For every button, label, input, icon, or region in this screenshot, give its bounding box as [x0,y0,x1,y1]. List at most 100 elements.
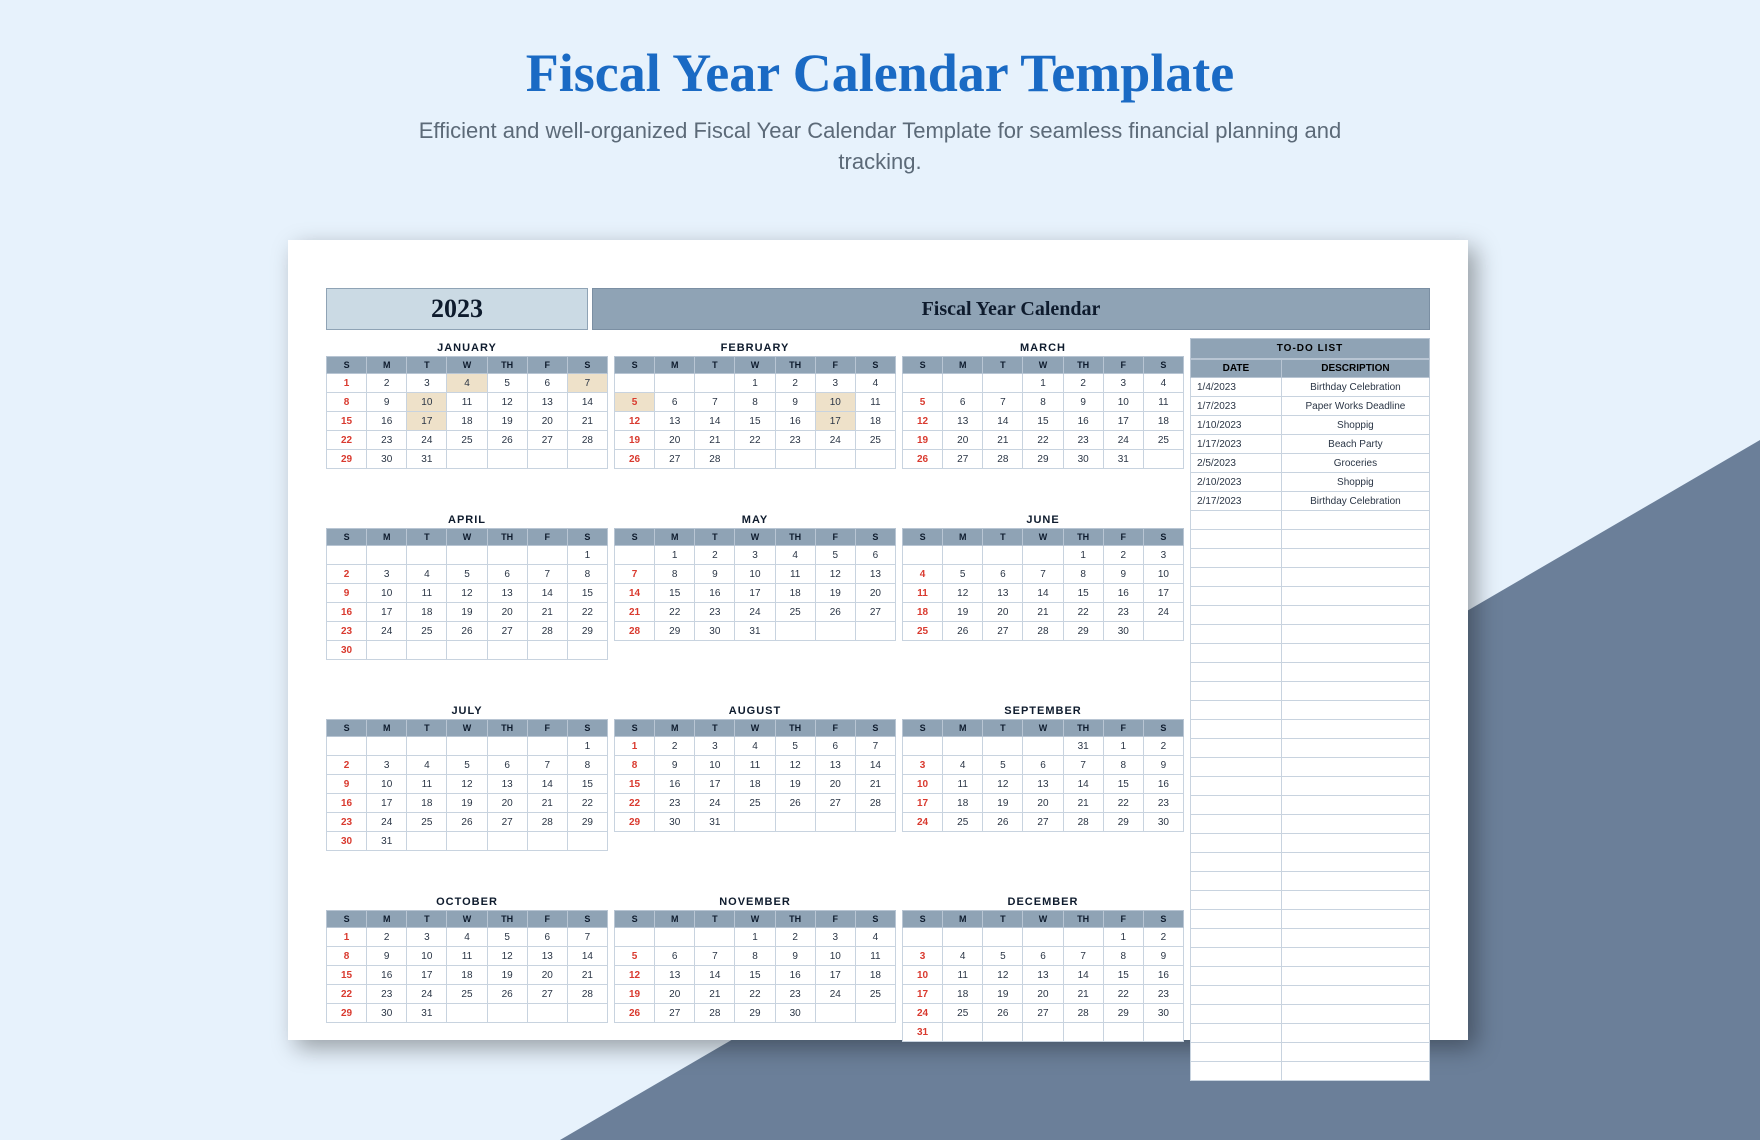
todo-row-empty [1191,511,1430,530]
day-cell: 24 [815,431,855,450]
todo-date: 2/17/2023 [1191,492,1282,511]
day-cell: 17 [1143,584,1183,603]
todo-desc: Paper Works Deadline [1281,397,1429,416]
todo-col-desc: DESCRIPTION [1281,360,1429,378]
day-cell: 30 [1103,622,1143,641]
day-cell: 30 [1143,1004,1183,1023]
day-cell: 16 [1103,584,1143,603]
day-cell: 31 [1063,737,1103,756]
todo-row: 1/7/2023Paper Works Deadline [1191,397,1430,416]
day-cell: 27 [527,985,567,1004]
month-name: NOVEMBER [614,892,896,910]
day-cell [567,641,607,660]
day-cell: 13 [983,584,1023,603]
day-cell: 26 [775,794,815,813]
day-header: S [615,911,655,928]
day-header: M [943,529,983,546]
day-cell: 16 [775,966,815,985]
day-cell: 1 [735,928,775,947]
day-cell: 24 [1143,603,1183,622]
todo-desc [1281,511,1429,530]
day-cell: 29 [567,813,607,832]
day-cell: 13 [1023,966,1063,985]
month-name: FEBRUARY [614,338,896,356]
day-cell [1143,1023,1183,1042]
todo-desc [1281,625,1429,644]
todo-desc [1281,948,1429,967]
day-cell: 22 [327,985,367,1004]
month-august: AUGUSTSMTWTHFS12345678910111213141516171… [614,701,896,890]
todo-row-empty [1191,1043,1430,1062]
day-cell: 1 [1103,928,1143,947]
day-cell: 6 [983,565,1023,584]
day-cell: 10 [903,775,943,794]
day-header: F [815,720,855,737]
day-cell: 25 [855,985,895,1004]
day-cell: 29 [1103,1004,1143,1023]
day-header: W [447,911,487,928]
month-july: JULYSMTWTHFS1234567891011121314151617181… [326,701,608,890]
todo-row-empty [1191,872,1430,891]
month-may: MAYSMTWTHFS12345678910111213141516171819… [614,510,896,699]
day-cell: 16 [695,584,735,603]
day-cell: 30 [655,813,695,832]
month-june: JUNESMTWTHFS1234567891011121314151617181… [902,510,1184,699]
todo-desc [1281,530,1429,549]
day-header: M [367,529,407,546]
day-cell: 20 [487,603,527,622]
day-cell: 17 [367,603,407,622]
month-table: SMTWTHFS12345678910111213141516171819202… [614,910,896,1023]
day-cell: 23 [367,985,407,1004]
todo-row-empty [1191,986,1430,1005]
day-cell [943,374,983,393]
day-header: M [943,357,983,374]
day-cell: 13 [487,775,527,794]
day-cell: 25 [775,603,815,622]
todo-row-empty [1191,663,1430,682]
day-cell: 21 [527,603,567,622]
day-cell: 30 [327,641,367,660]
day-cell: 17 [407,412,447,431]
day-header: M [943,911,983,928]
day-cell: 29 [1103,813,1143,832]
todo-date [1191,796,1282,815]
day-header: S [327,911,367,928]
day-header: S [567,529,607,546]
todo-desc [1281,891,1429,910]
day-cell: 5 [815,546,855,565]
day-header: S [615,529,655,546]
day-cell: 12 [487,393,527,412]
todo-date [1191,910,1282,929]
day-cell: 24 [695,794,735,813]
day-cell: 2 [775,374,815,393]
day-cell: 22 [735,431,775,450]
day-cell: 27 [487,813,527,832]
day-cell: 15 [655,584,695,603]
day-cell: 14 [527,775,567,794]
day-header: S [855,357,895,374]
month-table: SMTWTHFS12345678910111213141516171819202… [614,719,896,832]
day-header: TH [487,720,527,737]
day-cell: 6 [1023,947,1063,966]
todo-date [1191,549,1282,568]
todo-row-empty [1191,948,1430,967]
template-card: 2023 Fiscal Year Calendar JANUARYSMTWTHF… [288,240,1468,1040]
day-cell: 16 [327,603,367,622]
day-cell: 9 [1143,947,1183,966]
day-cell: 4 [407,565,447,584]
day-cell: 3 [695,737,735,756]
day-cell: 10 [407,393,447,412]
todo-row-empty [1191,682,1430,701]
day-cell: 13 [815,756,855,775]
day-cell: 27 [487,622,527,641]
day-header: F [527,911,567,928]
day-header: S [1143,529,1183,546]
day-cell: 8 [1023,393,1063,412]
day-cell: 21 [567,966,607,985]
day-cell: 28 [567,431,607,450]
day-cell [855,450,895,469]
day-cell: 23 [695,603,735,622]
month-name: JANUARY [326,338,608,356]
day-cell: 9 [1103,565,1143,584]
todo-date [1191,739,1282,758]
